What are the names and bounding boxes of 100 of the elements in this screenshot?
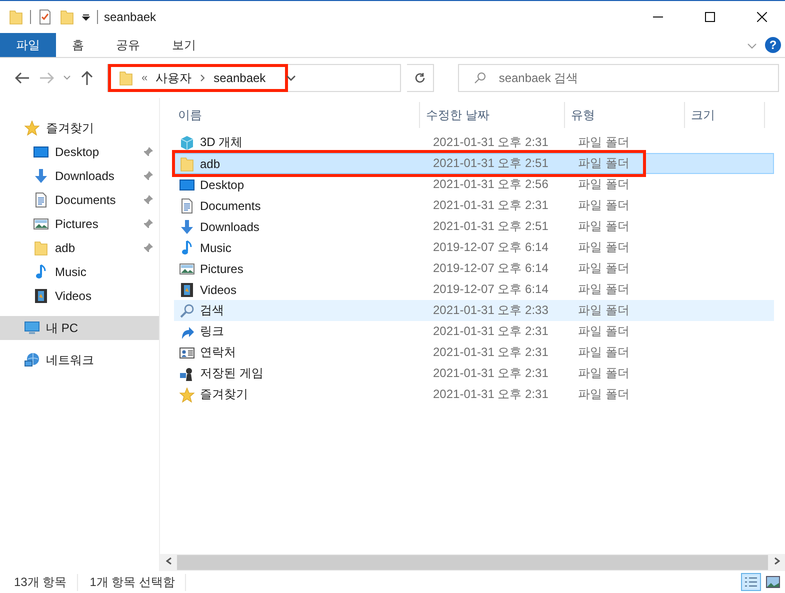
overflow-chevron[interactable]: « bbox=[142, 72, 148, 84]
column-header[interactable]: 수정한 날짜 bbox=[420, 102, 565, 128]
chevron-icon bbox=[200, 74, 206, 82]
film-icon bbox=[33, 288, 49, 304]
picture-icon bbox=[766, 576, 780, 588]
column-header[interactable]: 유형 bbox=[565, 102, 685, 128]
ribbon-tab[interactable]: 보기 bbox=[156, 33, 212, 57]
file-name: Downloads bbox=[200, 220, 260, 234]
sidebar-item[interactable]: 즐겨찾기 bbox=[0, 116, 159, 140]
game-piece-icon bbox=[179, 366, 195, 382]
refresh-button[interactable] bbox=[407, 64, 434, 92]
checklist-icon[interactable] bbox=[37, 9, 53, 25]
picture-icon bbox=[179, 260, 195, 276]
column-header[interactable]: 크기 bbox=[685, 102, 765, 128]
right-arrow-icon bbox=[40, 72, 54, 84]
sidebar-item[interactable]: Documents bbox=[0, 188, 159, 212]
file-row[interactable]: Music 2019-12-07 오후 6:14 파일 폴더 bbox=[174, 237, 774, 258]
details-list-icon bbox=[744, 576, 758, 588]
folder-icon bbox=[118, 70, 134, 86]
file-type: 파일 폴더 bbox=[577, 197, 630, 214]
file-row[interactable]: 검색 2021-01-31 오후 2:33 파일 폴더 bbox=[174, 300, 774, 321]
modified-date: 2019-12-07 오후 6:14 bbox=[432, 260, 550, 277]
modified-date: 2019-12-07 오후 6:14 bbox=[432, 239, 550, 256]
sidebar-item[interactable]: 네트워크 bbox=[0, 348, 159, 372]
file-row[interactable]: 연락처 2021-01-31 오후 2:31 파일 폴더 bbox=[174, 342, 774, 363]
file-row[interactable]: 저장된 게임 2021-01-31 오후 2:31 파일 폴더 bbox=[174, 363, 774, 384]
file-type: 파일 폴더 bbox=[577, 323, 630, 340]
file-row[interactable]: Pictures 2019-12-07 오후 6:14 파일 폴더 bbox=[174, 258, 774, 279]
sidebar-item[interactable]: Downloads bbox=[0, 164, 159, 188]
file-type: 파일 폴더 bbox=[577, 365, 630, 382]
contact-card-icon bbox=[179, 344, 195, 360]
file-row[interactable]: 즐겨찾기 2021-01-31 오후 2:31 파일 폴더 bbox=[174, 384, 774, 405]
file-row[interactable]: Downloads 2021-01-31 오후 2:51 파일 폴더 bbox=[174, 216, 774, 237]
help-button[interactable]: ? bbox=[765, 37, 781, 53]
modified-date: 2021-01-31 오후 2:51 bbox=[432, 155, 550, 172]
ribbon-tab[interactable]: 공유 bbox=[100, 33, 156, 57]
document-icon bbox=[179, 198, 195, 214]
sidebar-item[interactable]: adb bbox=[0, 236, 159, 260]
modified-date: 2021-01-31 오후 2:31 bbox=[432, 134, 550, 151]
dropdown-icon[interactable] bbox=[81, 12, 91, 22]
file-row[interactable]: adb 2021-01-31 오후 2:51 파일 폴더 bbox=[174, 153, 774, 174]
search-field[interactable]: seanbaek 검색 bbox=[458, 64, 779, 92]
thumbnail-view-button[interactable] bbox=[763, 573, 783, 591]
search-icon bbox=[179, 302, 195, 318]
close-icon bbox=[757, 12, 767, 22]
file-row[interactable]: 3D 개체 2021-01-31 오후 2:31 파일 폴더 bbox=[174, 132, 774, 153]
document-icon bbox=[33, 192, 49, 208]
file-row[interactable]: 링크 2021-01-31 오후 2:31 파일 폴더 bbox=[174, 321, 774, 342]
file-type: 파일 폴더 bbox=[577, 176, 630, 193]
file-name: Videos bbox=[200, 282, 236, 296]
folder-icon bbox=[59, 9, 75, 25]
file-name: 즐겨찾기 bbox=[200, 386, 248, 403]
sidebar-item[interactable]: Desktop bbox=[0, 140, 159, 164]
chevron-icon[interactable] bbox=[747, 41, 757, 51]
ribbon-tab[interactable]: 홈 bbox=[56, 33, 100, 57]
ribbon-tab[interactable]: 파일 bbox=[0, 33, 56, 57]
file-name: 링크 bbox=[200, 323, 224, 340]
file-name: Pictures bbox=[200, 262, 244, 276]
network-icon bbox=[24, 352, 40, 368]
modified-date: 2021-01-31 오후 2:51 bbox=[432, 218, 550, 235]
file-type: 파일 폴더 bbox=[577, 218, 630, 235]
left-caret-icon bbox=[166, 557, 172, 565]
details-view-button[interactable] bbox=[741, 573, 761, 591]
file-row[interactable]: Documents 2021-01-31 오후 2:31 파일 폴더 bbox=[174, 195, 774, 216]
cube-icon bbox=[179, 134, 195, 150]
modified-date: 2021-01-31 오후 2:31 bbox=[432, 323, 550, 340]
file-name: Documents bbox=[200, 198, 261, 212]
sidebar-item[interactable]: Videos bbox=[0, 284, 159, 308]
monitor-icon bbox=[179, 176, 195, 192]
maximize-icon bbox=[705, 12, 715, 22]
sidebar-item[interactable]: Music bbox=[0, 260, 159, 284]
file-name: 연락처 bbox=[200, 344, 236, 361]
column-header[interactable]: 이름 bbox=[160, 102, 420, 128]
refresh-icon bbox=[414, 72, 426, 84]
sidebar-item[interactable]: 내 PC bbox=[0, 316, 159, 340]
file-name: 검색 bbox=[200, 302, 224, 319]
modified-date: 2021-01-31 오후 2:31 bbox=[432, 386, 550, 403]
breadcrumb[interactable]: seanbaek bbox=[214, 71, 266, 85]
address-bar[interactable]: « 사용자 seanbaek bbox=[106, 64, 402, 92]
file-name: Music bbox=[200, 240, 232, 254]
modified-date: 2021-01-31 오후 2:56 bbox=[432, 176, 550, 193]
file-row[interactable]: Desktop 2021-01-31 오후 2:56 파일 폴더 bbox=[174, 174, 774, 195]
monitor-icon bbox=[33, 144, 49, 160]
breadcrumb[interactable]: 사용자 bbox=[156, 70, 192, 86]
chevron-icon bbox=[62, 75, 71, 81]
monitor-icon bbox=[24, 320, 40, 336]
modified-date: 2019-12-07 오후 6:14 bbox=[432, 281, 550, 298]
file-type: 파일 폴더 bbox=[577, 302, 630, 319]
dropdown-icon[interactable] bbox=[286, 74, 296, 82]
file-name: Desktop bbox=[200, 178, 244, 192]
modified-date: 2021-01-31 오후 2:31 bbox=[432, 197, 550, 214]
selection-count: 1개 항목 선택함 bbox=[90, 574, 186, 590]
file-name: adb bbox=[200, 156, 220, 170]
modified-date: 2021-01-31 오후 2:31 bbox=[432, 365, 550, 382]
sidebar-item[interactable]: Pictures bbox=[0, 212, 159, 236]
star-icon bbox=[179, 386, 195, 402]
left-arrow-icon bbox=[14, 72, 28, 84]
folder-icon bbox=[33, 240, 49, 256]
horizontal-scrollbar[interactable] bbox=[160, 554, 785, 571]
file-row[interactable]: Videos 2019-12-07 오후 6:14 파일 폴더 bbox=[174, 279, 774, 300]
